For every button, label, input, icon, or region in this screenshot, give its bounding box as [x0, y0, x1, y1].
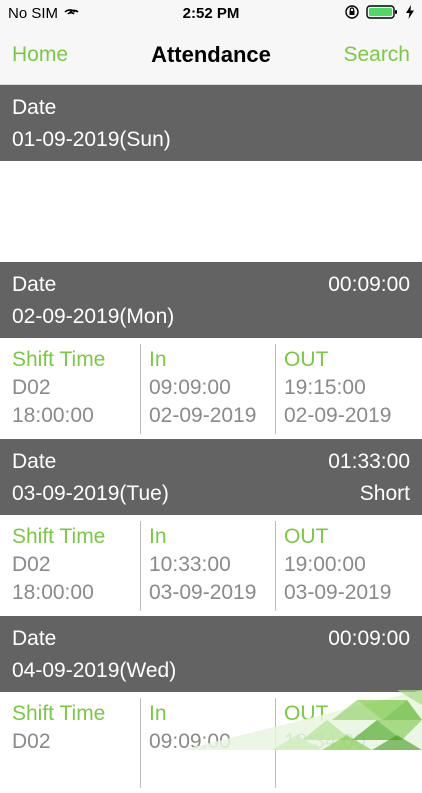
in-time: 09:09:00 — [149, 730, 231, 753]
date-label: Date — [12, 627, 57, 650]
navigation-bar: Home Attendance Search — [0, 28, 422, 85]
out-column: OUT 19:15:00 02-09-2019 — [275, 344, 422, 434]
attendance-detail-row: Shift Time D02 18:00:00 In 10:33:00 03-0… — [0, 515, 422, 616]
date-header[interactable]: Date 00:09:00 02-09-2019(Mon) — [0, 262, 422, 338]
date-value: 02-09-2019(Mon) — [12, 305, 175, 328]
charging-bolt-icon — [406, 5, 414, 24]
shift-code: D02 — [12, 730, 51, 753]
shift-time-heading: Shift Time — [12, 525, 106, 548]
date-header[interactable]: Date 00:09:00 04-09-2019(Wed) — [0, 616, 422, 692]
empty-record-body — [0, 161, 422, 262]
in-column: In 09:09:00 — [140, 698, 275, 788]
out-time: 19:15:00 — [284, 376, 366, 399]
date-value: 04-09-2019(Wed) — [12, 659, 177, 682]
shift-code: D02 — [12, 376, 51, 399]
attendance-detail-row: Shift Time D02 In 09:09:00 OUT 18:34:00 — [0, 692, 422, 793]
out-date: 02-09-2019 — [284, 404, 392, 427]
in-time: 09:09:00 — [149, 376, 231, 399]
orientation-lock-icon — [344, 4, 360, 25]
shift-time-heading: Shift Time — [12, 348, 106, 371]
shift-time-column: Shift Time D02 18:00:00 — [0, 521, 140, 611]
shift-time: 18:00:00 — [12, 581, 94, 604]
status-right — [344, 4, 414, 25]
date-header[interactable]: Date 01:33:00 03-09-2019(Tue) Short — [0, 439, 422, 515]
out-date: 03-09-2019 — [284, 581, 392, 604]
in-heading: In — [149, 525, 167, 548]
duration-value: 00:09:00 — [328, 627, 410, 650]
in-date: 03-09-2019 — [149, 581, 257, 604]
search-button[interactable]: Search — [343, 43, 410, 67]
battery-icon — [366, 4, 400, 25]
out-heading: OUT — [284, 348, 329, 371]
in-date: 02-09-2019 — [149, 404, 257, 427]
status-bar: No SIM 2:52 PM — [0, 0, 422, 28]
out-column: OUT 19:00:00 03-09-2019 — [275, 521, 422, 611]
in-column: In 09:09:00 02-09-2019 — [140, 344, 275, 434]
duration-value: 00:09:00 — [328, 273, 410, 296]
date-label: Date — [12, 273, 57, 296]
date-label: Date — [12, 450, 57, 473]
date-header[interactable]: Date 01-09-2019(Sun) — [0, 85, 422, 161]
attendance-status: Short — [359, 482, 410, 505]
attendance-list[interactable]: Date 01-09-2019(Sun) Date 00:09:00 02-09… — [0, 85, 422, 793]
in-column: In 10:33:00 03-09-2019 — [140, 521, 275, 611]
out-time: 18:34:00 — [284, 730, 366, 753]
date-value: 01-09-2019(Sun) — [12, 128, 171, 151]
shift-time: 18:00:00 — [12, 404, 94, 427]
out-heading: OUT — [284, 525, 329, 548]
out-column: OUT 18:34:00 — [275, 698, 422, 788]
shift-time-column: Shift Time D02 18:00:00 — [0, 344, 140, 434]
out-time: 19:00:00 — [284, 553, 366, 576]
attendance-detail-row: Shift Time D02 18:00:00 In 09:09:00 02-0… — [0, 338, 422, 439]
shift-time-heading: Shift Time — [12, 702, 106, 725]
date-value: 03-09-2019(Tue) — [12, 482, 169, 505]
in-heading: In — [149, 348, 167, 371]
in-heading: In — [149, 702, 167, 725]
shift-time-column: Shift Time D02 — [0, 698, 140, 788]
out-heading: OUT — [284, 702, 329, 725]
in-time: 10:33:00 — [149, 553, 231, 576]
date-label: Date — [12, 96, 57, 119]
shift-code: D02 — [12, 553, 51, 576]
duration-value: 01:33:00 — [328, 450, 410, 473]
